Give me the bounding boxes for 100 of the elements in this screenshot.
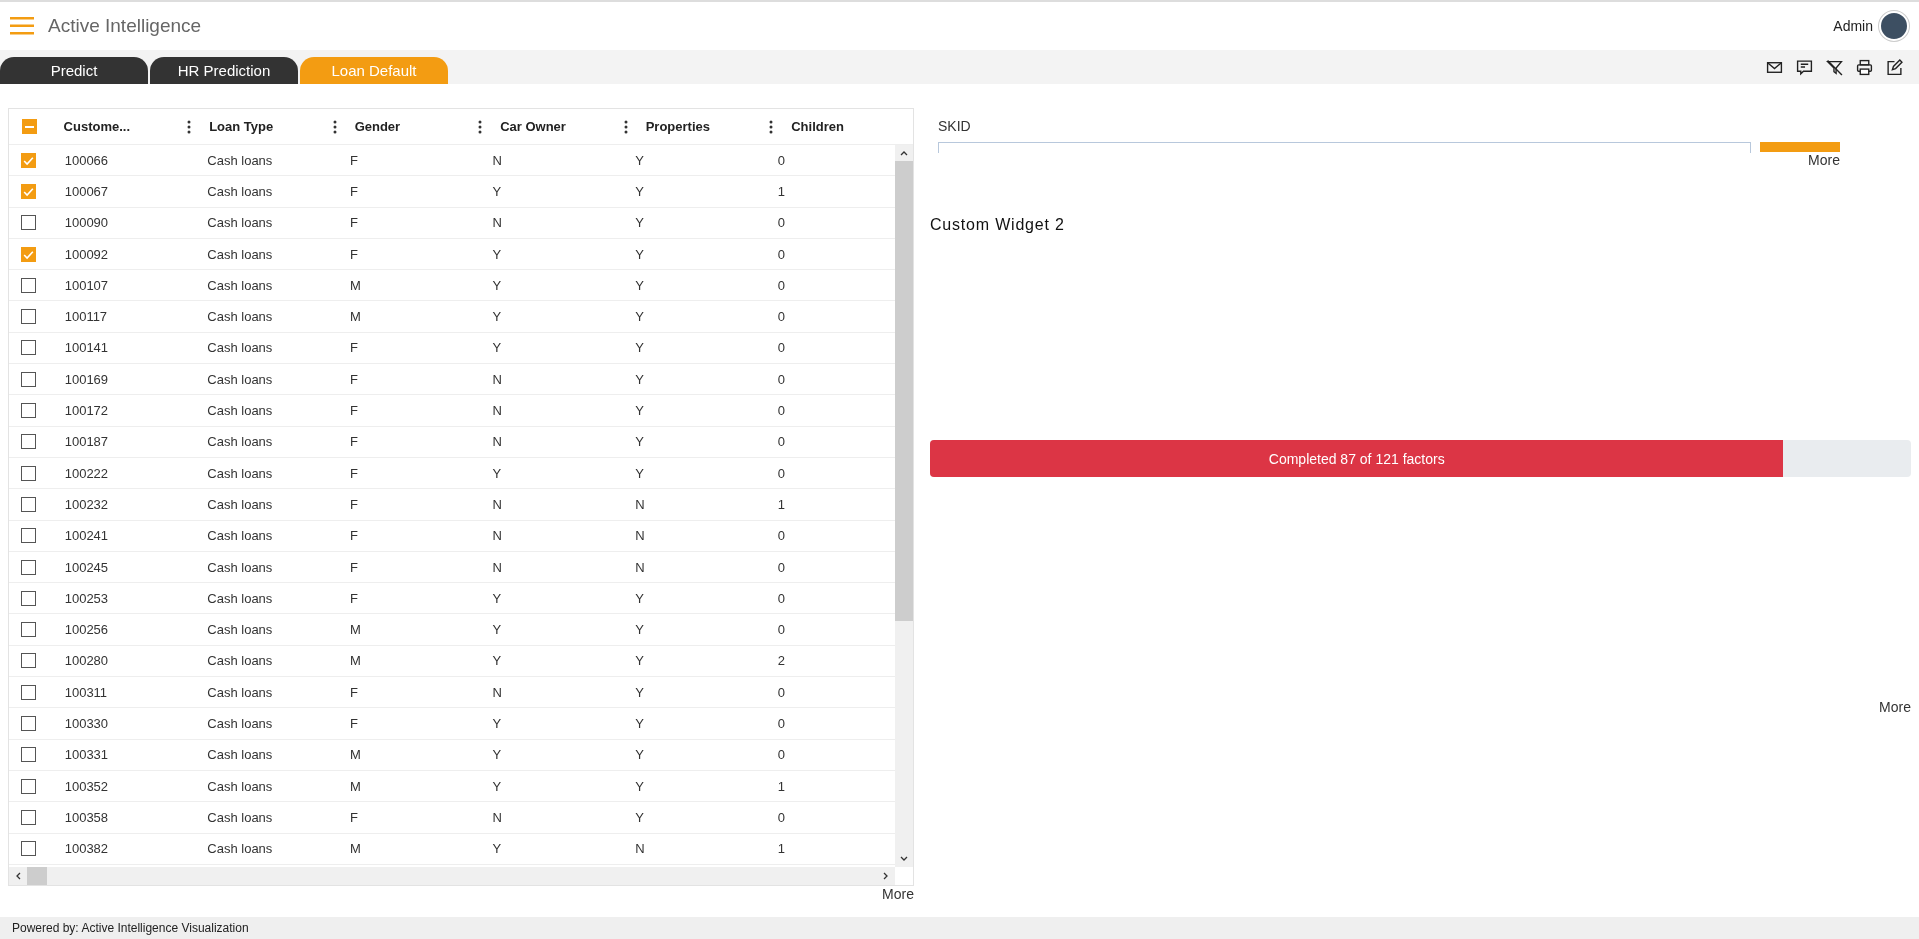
table-cell: F [349,496,358,512]
table-cell: 100382 [64,841,109,857]
scroll-down-icon[interactable] [899,855,909,863]
column-menu-icon[interactable] [332,119,337,134]
row-checkbox[interactable] [21,653,37,669]
table-cell: Cash loans [207,465,273,481]
row-checkbox[interactable] [21,371,37,387]
table-cell: 100358 [64,809,109,825]
vertical-scrollbar[interactable] [895,145,913,867]
table-cell: Y [492,277,502,293]
table-cell: 100187 [64,434,109,450]
table-cell: Cash loans [207,684,273,700]
scroll-right-icon[interactable] [882,871,890,881]
table-cell: 100141 [64,340,109,356]
tab[interactable]: Predict [0,57,148,84]
row-checkbox[interactable] [21,215,37,231]
table-cell: Cash loans [207,590,273,606]
table-cell: Cash loans [207,841,273,857]
table-cell: M [349,277,361,293]
row-checkbox[interactable] [21,496,37,512]
print-icon[interactable] [1856,58,1873,76]
table-cell: Cash loans [207,403,273,418]
row-checkbox[interactable] [21,309,37,325]
scrollbar-thumb[interactable] [895,161,913,621]
column-menu-icon[interactable] [187,119,192,134]
table-cell: 1 [777,183,786,199]
row-checkbox[interactable] [21,747,37,763]
edit-icon[interactable] [1886,58,1903,76]
table-cell: N [492,152,502,168]
row-checkbox[interactable] [21,559,37,575]
table-cell: F [349,434,358,450]
table-cell: F [349,183,358,199]
scrollbar-thumb[interactable] [27,867,47,885]
table-cell: Cash loans [207,778,273,794]
column-header[interactable]: Properties [645,119,710,134]
row-checkbox[interactable] [21,465,37,481]
select-all-checkbox[interactable] [21,119,37,134]
user-name[interactable]: Admin [1833,18,1873,34]
row-checkbox[interactable] [21,778,37,794]
row-checkbox[interactable] [21,403,37,418]
table-cell: 1 [777,841,786,857]
row-checkbox[interactable] [21,590,37,606]
more-link[interactable]: More [882,886,914,902]
row-checkbox[interactable] [21,152,37,168]
column-menu-icon[interactable] [769,119,774,134]
row-checkbox[interactable] [21,528,37,544]
table-cell: Y [635,684,644,700]
more-link[interactable]: More [1808,152,1840,168]
table-cell: Cash loans [207,716,273,731]
row-checkbox[interactable] [21,277,37,293]
avatar[interactable] [1879,11,1909,41]
table-cell: Cash loans [207,747,273,763]
table-cell: Cash loans [207,277,273,293]
row-checkbox[interactable] [21,841,37,857]
table-cell: Y [635,215,644,231]
column-menu-icon[interactable] [623,119,628,134]
table-cell: Y [635,747,644,763]
table-cell: 100280 [64,653,109,669]
table-cell: F [349,371,358,387]
table-cell: Cash loans [207,183,273,199]
row-checkbox[interactable] [21,684,37,700]
table-cell: 2 [777,653,786,669]
table-cell: Y [492,465,502,481]
column-header[interactable]: Custome... [63,119,131,134]
scroll-up-icon[interactable] [899,149,909,157]
table-cell: 0 [777,716,786,731]
column-header[interactable]: Car Owner [500,119,566,134]
row-checkbox[interactable] [21,622,37,638]
comment-icon[interactable] [1796,58,1813,76]
row-checkbox[interactable] [21,809,37,825]
table-cell: F [349,215,358,231]
table-cell: F [349,465,358,481]
row-checkbox[interactable] [21,434,37,450]
table-cell: M [349,309,361,325]
filter-off-icon[interactable] [1826,58,1843,76]
table-cell: Y [635,152,644,168]
table-cell: Cash loans [207,809,273,825]
table-cell: Y [492,778,502,794]
filter-field[interactable] [938,142,1751,153]
column-header[interactable]: Gender [354,119,401,134]
more-link[interactable]: More [1879,699,1911,715]
table-cell: M [349,747,361,763]
table-cell: 100352 [64,778,109,794]
row-checkbox[interactable] [21,716,37,731]
horizontal-scrollbar[interactable] [9,867,895,885]
scroll-left-icon[interactable] [14,871,22,881]
row-checkbox[interactable] [21,246,37,262]
column-menu-icon[interactable] [478,119,483,134]
table-cell: Y [635,309,644,325]
tab[interactable]: HR Prediction [150,57,298,84]
row-checkbox[interactable] [21,340,37,356]
row-checkbox[interactable] [21,183,37,199]
table-cell: 0 [777,747,786,763]
table-cell: 100090 [64,215,109,231]
table-cell: F [349,152,358,168]
table-cell: 0 [777,309,786,325]
column-header[interactable]: Children [791,119,844,134]
table-cell: 100107 [64,277,109,293]
column-header[interactable]: Loan Type [209,119,274,134]
table-cell: 1 [777,778,786,794]
